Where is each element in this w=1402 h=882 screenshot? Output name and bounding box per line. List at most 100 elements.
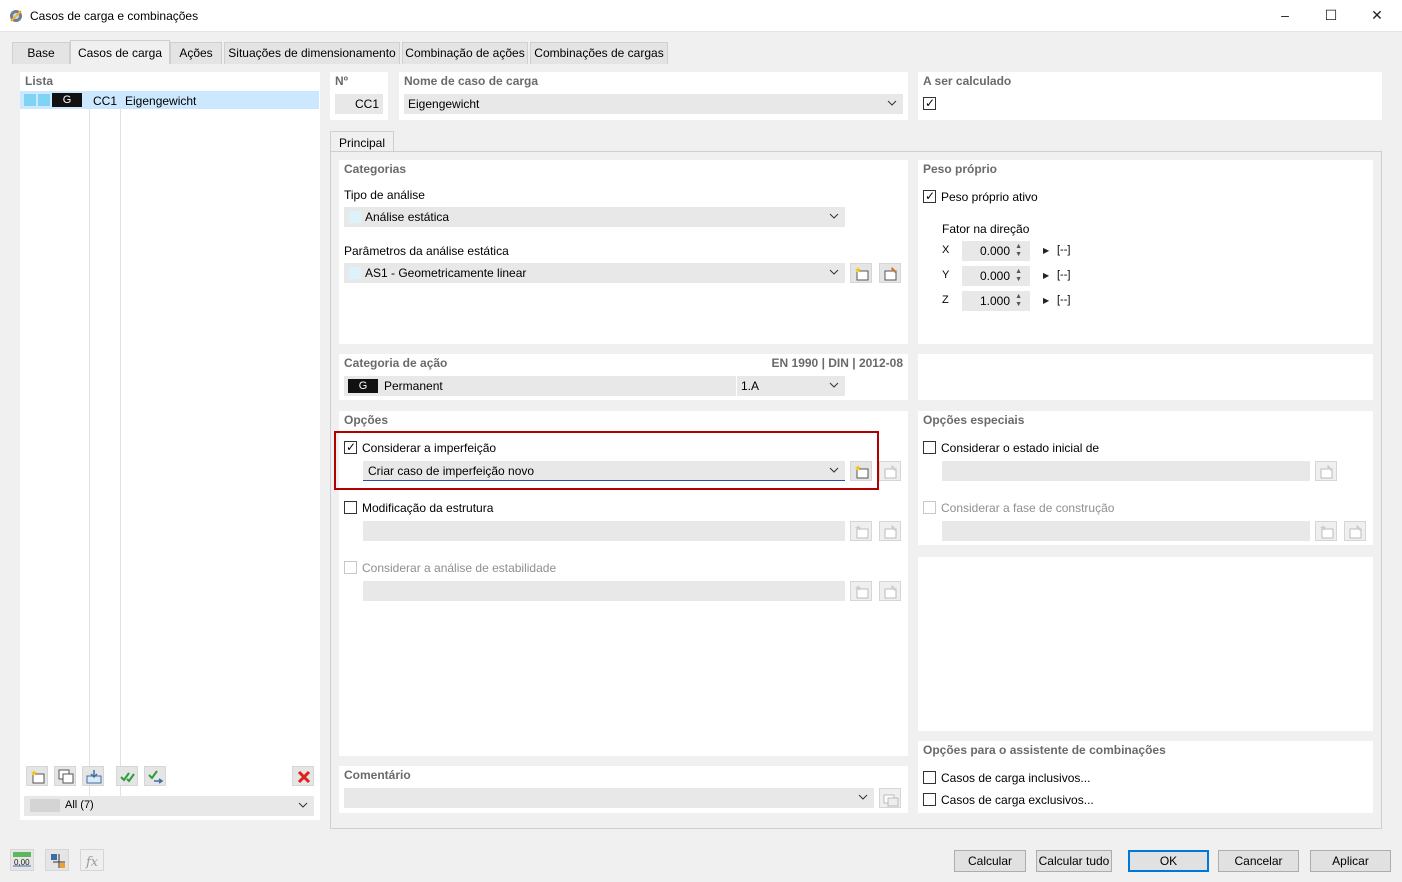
chevron-down-icon <box>829 382 839 388</box>
toggle-check-button[interactable] <box>144 766 166 786</box>
acao-panel: Categoria de ação EN 1990 | DIN | 2012-0… <box>339 354 908 400</box>
copy-icon <box>58 769 74 784</box>
calc-panel: A ser calculado ✓ <box>918 72 1382 120</box>
name-dropdown[interactable]: Eigengewicht <box>404 94 903 114</box>
fator-z-value: 1.000 <box>979 294 1010 308</box>
modificacao-field[interactable] <box>363 521 845 541</box>
inclusivos-checkbox[interactable] <box>923 771 936 784</box>
import-icon <box>86 770 102 784</box>
imperfeicao-dropdown[interactable]: Criar caso de imperfeição novo <box>363 461 845 481</box>
calc-checkbox[interactable]: ✓ <box>923 96 936 110</box>
check-all-icon <box>120 772 135 783</box>
arrow-right-icon[interactable]: ▶ <box>1043 296 1049 305</box>
calcular-tudo-button[interactable]: Calcular tudo <box>1036 850 1112 872</box>
fator-y-field[interactable]: 0.000 ▲ ▼ <box>962 266 1030 286</box>
estabilidade-field[interactable] <box>363 581 845 601</box>
maximize-icon[interactable]: ☐ <box>1308 4 1354 28</box>
toggle-check-icon <box>148 770 164 784</box>
delete-button[interactable] <box>292 766 314 786</box>
calcular-button[interactable]: Calcular <box>954 850 1026 872</box>
spinner-icon[interactable]: ▲ ▼ <box>1015 268 1022 284</box>
estabilidade-checkbox[interactable] <box>344 561 357 574</box>
edit-fase-button[interactable] <box>1344 521 1366 541</box>
edit-estabilidade-button[interactable] <box>879 581 901 601</box>
arrow-right-icon[interactable]: ▶ <box>1043 271 1049 280</box>
tipo-analise-dropdown[interactable]: Análise estática <box>344 207 845 227</box>
chevron-down-icon <box>858 794 868 800</box>
list-item[interactable]: G CC1 Eigengewicht <box>20 91 319 109</box>
formula-button[interactable]: fx <box>80 849 104 871</box>
peso-ativo-checkbox[interactable]: ✓ <box>923 189 936 203</box>
new-modificacao-button[interactable] <box>850 521 872 541</box>
modificacao-checkbox[interactable] <box>344 501 357 514</box>
comentario-dropdown[interactable] <box>344 788 874 808</box>
check-all-button[interactable] <box>116 766 138 786</box>
model-button[interactable] <box>45 849 69 871</box>
fase-construcao-checkbox[interactable] <box>923 501 936 514</box>
no-field[interactable]: CC1 <box>335 94 383 114</box>
exclusivos-checkbox[interactable] <box>923 793 936 806</box>
especiais-header: Opções especiais <box>923 413 1025 427</box>
spinner-icon[interactable]: ▲ ▼ <box>1015 293 1022 309</box>
delete-icon <box>297 770 311 784</box>
tab-combinacao-acoes[interactable]: Combinação de ações <box>402 42 528 64</box>
acao-value: Permanent <box>384 379 443 393</box>
list-item-code: CC1 <box>93 94 118 108</box>
edit-icon <box>884 465 897 479</box>
spinner-icon[interactable]: ▲ ▼ <box>1015 243 1022 259</box>
filter-swatch <box>30 799 60 812</box>
list-header: Lista <box>25 74 54 88</box>
categorias-header: Categorias <box>344 162 407 176</box>
fase-construcao-label: Considerar a fase de construção <box>941 501 1115 515</box>
color-swatch <box>349 211 361 223</box>
new-imperfeicao-button[interactable] <box>850 461 872 481</box>
list-divider <box>89 108 90 800</box>
inclusivos-label[interactable]: Casos de carga inclusivos... <box>941 771 1090 785</box>
parametros-value: AS1 - Geometricamente linear <box>365 266 527 280</box>
filter-dropdown[interactable]: All (7) <box>24 796 314 816</box>
copy-item-button[interactable] <box>54 766 76 786</box>
close-icon[interactable]: ✕ <box>1354 4 1400 28</box>
tab-casos-de-carga[interactable]: Casos de carga <box>70 40 170 64</box>
fator-x-field[interactable]: 0.000 ▲ ▼ <box>962 241 1030 261</box>
estado-inicial-checkbox[interactable] <box>923 441 936 454</box>
unit-label: [--] <box>1057 244 1071 256</box>
axis-label: X <box>942 244 950 256</box>
tab-base[interactable]: Base <box>12 42 70 64</box>
imperfeicao-value: Criar caso de imperfeição novo <box>368 464 535 478</box>
new-icon <box>855 585 869 599</box>
new-estabilidade-button[interactable] <box>850 581 872 601</box>
edit-modificacao-button[interactable] <box>879 521 901 541</box>
action-category-badge: G <box>348 379 378 393</box>
cancelar-button[interactable]: Cancelar <box>1218 850 1299 872</box>
fase-construcao-field[interactable] <box>942 521 1310 541</box>
acao-dropdown[interactable]: G Permanent 1.A <box>344 376 845 396</box>
exclusivos-label[interactable]: Casos de carga exclusivos... <box>941 793 1094 807</box>
edit-estado-button[interactable] <box>1315 461 1337 481</box>
chevron-down-icon <box>829 213 839 219</box>
imperfeicao-checkbox[interactable]: ✓ <box>344 440 357 454</box>
ok-button[interactable]: OK <box>1128 850 1209 872</box>
units-button[interactable]: 0,00 <box>10 849 34 871</box>
aplicar-button[interactable]: Aplicar <box>1310 850 1391 872</box>
arrow-right-icon[interactable]: ▶ <box>1043 246 1049 255</box>
fator-z-field[interactable]: 1.000 ▲ ▼ <box>962 291 1030 311</box>
comentario-button[interactable] <box>879 788 901 808</box>
import-button[interactable] <box>82 766 104 786</box>
tab-principal[interactable]: Principal <box>330 131 394 153</box>
parametros-dropdown[interactable]: AS1 - Geometricamente linear <box>344 263 845 283</box>
new-fase-button[interactable] <box>1315 521 1337 541</box>
color-swatch <box>38 94 50 106</box>
tab-situacoes[interactable]: Situações de dimensionamento <box>224 42 400 64</box>
chevron-down-icon <box>887 100 897 106</box>
edit-imperfeicao-button[interactable] <box>879 461 901 481</box>
tab-acoes[interactable]: Ações <box>170 42 222 64</box>
estado-inicial-field[interactable] <box>942 461 1310 481</box>
new-parametros-button[interactable] <box>850 263 872 283</box>
list-panel: Lista G CC1 Eigengewicht All (7) <box>20 72 320 820</box>
edit-parametros-button[interactable] <box>879 263 901 283</box>
title-bar: Casos de carga e combinações – ☐ ✕ <box>0 0 1402 32</box>
minimize-icon[interactable]: – <box>1262 4 1308 28</box>
tab-combinacoes-cargas[interactable]: Combinações de cargas <box>530 42 668 64</box>
new-item-button[interactable] <box>26 766 48 786</box>
